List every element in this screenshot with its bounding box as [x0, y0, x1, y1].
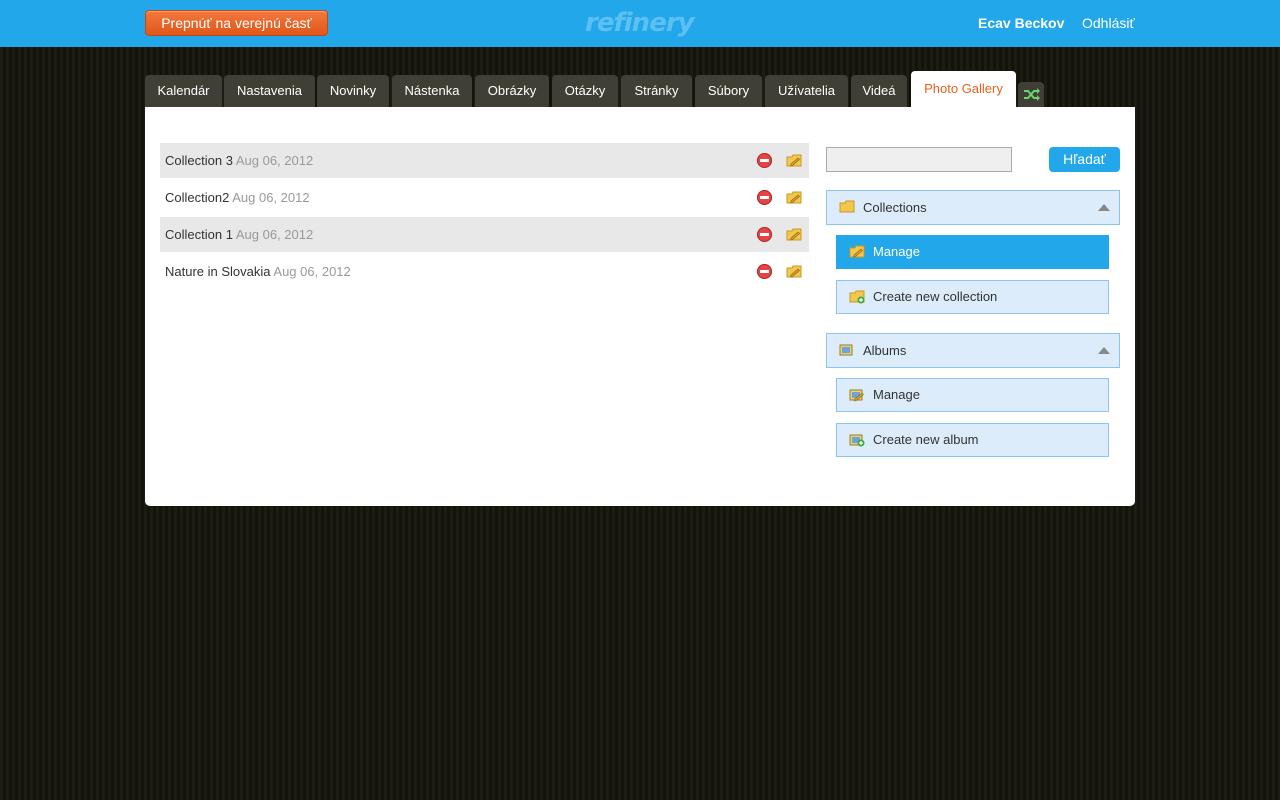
edit-folder-icon[interactable] [786, 154, 803, 168]
album-icon [839, 344, 853, 356]
collection-row: Collection2 Aug 06, 2012 [160, 180, 809, 215]
albums-section-header[interactable]: Albums [826, 333, 1120, 368]
tab-nastenka[interactable]: Nástenka [392, 75, 472, 107]
folder-icon [839, 200, 855, 213]
delete-icon[interactable] [757, 190, 772, 205]
tab-uzivatelia[interactable]: Užívatelia [765, 75, 848, 107]
search-input[interactable] [826, 147, 1012, 172]
create-collection-link[interactable]: Create new collection [836, 280, 1109, 314]
collapse-arrow-icon[interactable] [1098, 347, 1110, 354]
tab-videa[interactable]: Videá [851, 75, 907, 107]
collections-heading: Collections [863, 200, 927, 215]
delete-icon[interactable] [757, 153, 772, 168]
shuffle-icon [1024, 88, 1040, 101]
albums-heading: Albums [863, 343, 907, 358]
tab-novinky[interactable]: Novinky [317, 75, 389, 107]
tab-stranky[interactable]: Stránky [621, 75, 692, 107]
shuffle-tab-button[interactable] [1018, 82, 1044, 107]
collapse-arrow-icon[interactable] [1098, 204, 1110, 211]
tab-subory[interactable]: Súbory [695, 75, 762, 107]
collection-name[interactable]: Collection 3 [165, 153, 233, 168]
collection-name[interactable]: Collection2 [165, 190, 229, 205]
collection-name[interactable]: Nature in Slovakia [165, 264, 271, 279]
collection-date: Aug 06, 2012 [235, 153, 314, 168]
edit-folder-icon[interactable] [786, 228, 803, 242]
create-collection-label: Create new collection [873, 289, 998, 304]
albums-manage-label: Manage [873, 387, 920, 402]
album-edit-icon [849, 389, 864, 402]
collection-row: Nature in Slovakia Aug 06, 2012 [160, 254, 809, 289]
top-bar: Prepnúť na verejnú časť refinery Ecav Be… [0, 0, 1280, 47]
folder-edit-icon [849, 245, 865, 258]
tab-photo-gallery[interactable]: Photo Gallery [911, 71, 1016, 107]
switch-to-public-button[interactable]: Prepnúť na verejnú časť [145, 10, 328, 36]
delete-icon[interactable] [757, 264, 772, 279]
tab-obrazky[interactable]: Obrázky [475, 75, 549, 107]
delete-icon[interactable] [757, 227, 772, 242]
user-name: Ecav Beckov [978, 15, 1065, 31]
tab-otazky[interactable]: Otázky [552, 75, 618, 107]
tab-nastavenia[interactable]: Nastavenia [224, 75, 315, 107]
collection-date: Aug 06, 2012 [273, 264, 351, 279]
folder-add-icon [849, 290, 865, 304]
main-panel: Collection 3 Aug 06, 2012 Collection2 Au… [145, 107, 1135, 506]
tab-kalendar[interactable]: Kalendár [145, 75, 222, 107]
search-button[interactable]: Hľadať [1049, 147, 1120, 172]
collection-date: Aug 06, 2012 [232, 190, 310, 205]
collections-manage-link[interactable]: Manage [836, 235, 1109, 269]
edit-folder-icon[interactable] [786, 265, 803, 279]
collections-manage-label: Manage [873, 244, 920, 259]
create-album-link[interactable]: Create new album [836, 423, 1109, 457]
collection-name[interactable]: Collection 1 [165, 227, 233, 242]
collections-section-header[interactable]: Collections [826, 190, 1120, 225]
create-album-label: Create new album [873, 432, 979, 447]
logout-link[interactable]: Odhlásiť [1082, 15, 1135, 31]
collection-row: Collection 3 Aug 06, 2012 [160, 143, 809, 178]
collection-date: Aug 06, 2012 [235, 227, 314, 242]
edit-folder-icon[interactable] [786, 191, 803, 205]
collection-row: Collection 1 Aug 06, 2012 [160, 217, 809, 252]
refinery-logo: refinery [585, 8, 695, 38]
album-add-icon [849, 434, 865, 447]
albums-manage-link[interactable]: Manage [836, 378, 1109, 412]
